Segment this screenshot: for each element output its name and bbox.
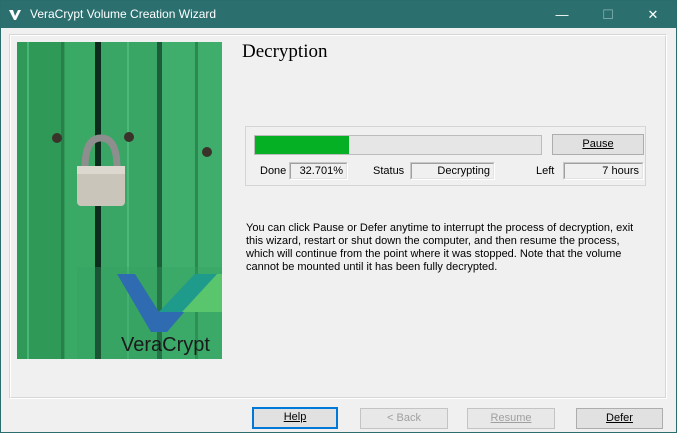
title-bar[interactable]: VeraCrypt Volume Creation Wizard — ☐ ✕ xyxy=(1,1,676,28)
padlock-door-illustration: VeraCrypt xyxy=(17,42,222,359)
maximize-button[interactable]: ☐ xyxy=(585,1,631,28)
veracrypt-app-icon xyxy=(7,7,23,23)
veracrypt-logo-text: VeraCrypt xyxy=(121,334,210,356)
pause-button[interactable]: Pause xyxy=(552,134,644,155)
defer-button-label: Defer xyxy=(606,412,633,424)
info-text: You can click Pause or Defer anytime to … xyxy=(246,222,634,273)
time-left-label: Left xyxy=(536,165,555,177)
resume-button[interactable]: Resume xyxy=(467,408,555,429)
status-field: Decrypting xyxy=(410,162,495,180)
resume-button-label: Resume xyxy=(490,412,532,424)
status-label: Status xyxy=(373,165,405,177)
minimize-button[interactable]: — xyxy=(539,1,585,28)
help-button-label: Help xyxy=(283,411,307,423)
defer-button[interactable]: Defer xyxy=(576,408,663,429)
progress-fill xyxy=(255,136,349,154)
wizard-side-image: VeraCrypt xyxy=(17,42,222,359)
back-button[interactable]: < Back xyxy=(360,408,448,429)
pause-button-label: Pause xyxy=(582,138,614,150)
page-title: Decryption xyxy=(242,41,328,62)
decryption-progress-bar xyxy=(254,135,542,155)
close-button[interactable]: ✕ xyxy=(630,1,676,28)
help-button[interactable]: Help xyxy=(252,407,338,429)
done-field: 32.701% xyxy=(289,162,348,180)
wizard-window: VeraCrypt Volume Creation Wizard — ☐ ✕ V… xyxy=(0,0,677,433)
window-title: VeraCrypt Volume Creation Wizard xyxy=(30,7,217,21)
back-button-label: < Back xyxy=(387,412,421,424)
done-label: Done xyxy=(260,165,287,177)
time-left-field: 7 hours xyxy=(563,162,644,180)
